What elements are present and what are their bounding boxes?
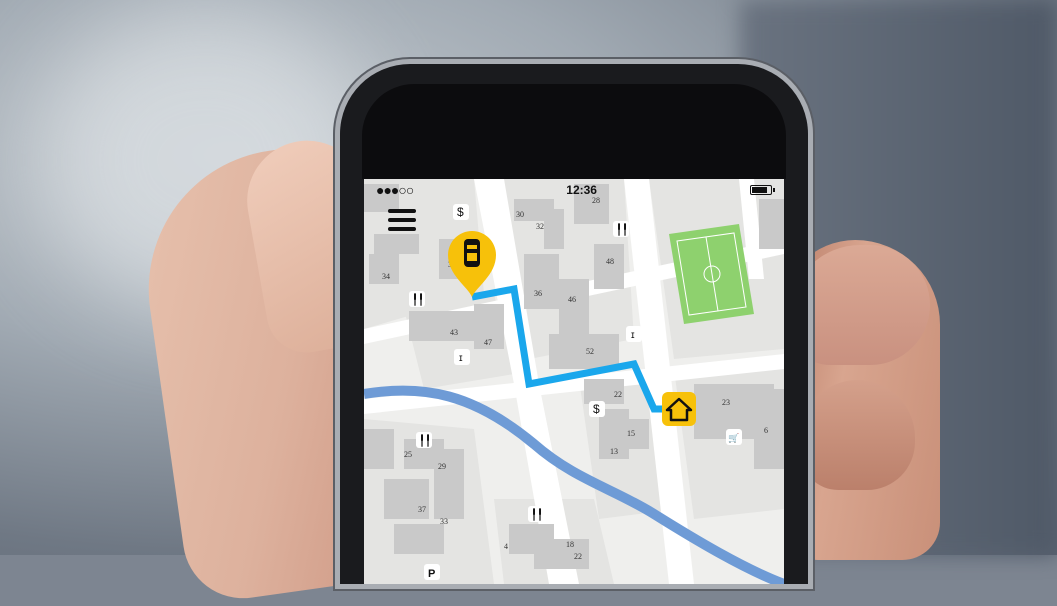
poi-landmark-icon[interactable]: ɪ (626, 326, 642, 342)
poi-restaurant-icon[interactable]: ╿╿ (409, 291, 425, 307)
poi-restaurant-icon[interactable]: ╿╿ (613, 221, 629, 237)
building-number: 29 (438, 462, 446, 471)
building-number: 18 (566, 540, 574, 549)
svg-text:╿╿: ╿╿ (616, 223, 628, 236)
building-number: 47 (484, 338, 492, 347)
building-number: 30 (516, 210, 524, 219)
menu-icon[interactable] (388, 209, 416, 231)
building-number: 6 (764, 426, 768, 435)
svg-text:╿╿: ╿╿ (419, 434, 431, 447)
menu-bar (388, 209, 416, 213)
smartphone: 30 32 28 34 32 48 36 46 43 47 52 22 23 6… (340, 64, 808, 584)
menu-bar (388, 227, 416, 231)
svg-text:ɪ: ɪ (459, 353, 463, 364)
svg-text:╿╿: ╿╿ (412, 293, 424, 306)
status-time: 12:36 (566, 183, 597, 197)
building-number: 48 (606, 257, 614, 266)
phone-bezel (362, 84, 786, 179)
poi-parking-icon[interactable]: P (424, 564, 440, 580)
status-bar: ●●●○○ 12:36 (364, 179, 784, 201)
building-number: 36 (534, 289, 542, 298)
svg-text:P: P (428, 568, 435, 580)
building-number: 22 (614, 390, 622, 399)
building-number: 22 (574, 552, 582, 561)
svg-text:🛒: 🛒 (728, 432, 739, 443)
poi-restaurant-icon[interactable]: ╿╿ (528, 506, 544, 522)
home-destination-icon[interactable] (662, 392, 696, 426)
building-number: 46 (568, 295, 576, 304)
signal-strength-icon: ●●●○○ (376, 182, 414, 198)
menu-bar (388, 218, 416, 222)
building-number: 4 (504, 542, 508, 551)
svg-text:$: $ (457, 205, 464, 219)
building-number: 13 (610, 447, 618, 456)
building-number: 25 (404, 450, 412, 459)
building-number: 23 (722, 398, 730, 407)
right-finger-bottom (800, 380, 915, 490)
building-number: 32 (536, 222, 544, 231)
poi-shopping-cart-icon[interactable]: 🛒 (726, 429, 742, 445)
phone-screen[interactable]: 30 32 28 34 32 48 36 46 43 47 52 22 23 6… (364, 179, 784, 584)
battery-icon (749, 185, 775, 195)
building-number: 52 (586, 347, 594, 356)
building-number: 15 (627, 429, 635, 438)
building-number: 34 (382, 272, 390, 281)
city-map[interactable]: 30 32 28 34 32 48 36 46 43 47 52 22 23 6… (364, 179, 784, 584)
svg-text:$: $ (593, 402, 600, 416)
poi-landmark-icon[interactable]: ɪ (454, 349, 470, 365)
poi-dollar-icon[interactable]: $ (589, 401, 605, 417)
building-number: 33 (440, 517, 448, 526)
poi-restaurant-icon[interactable]: ╿╿ (416, 432, 432, 448)
svg-text:ɪ: ɪ (631, 330, 635, 341)
building-number: 37 (418, 505, 426, 514)
svg-text:╿╿: ╿╿ (531, 508, 543, 521)
background-scene: 30 32 28 34 32 48 36 46 43 47 52 22 23 6… (0, 0, 1057, 606)
poi-dollar-icon[interactable]: $ (453, 204, 469, 220)
building-number: 43 (450, 328, 458, 337)
